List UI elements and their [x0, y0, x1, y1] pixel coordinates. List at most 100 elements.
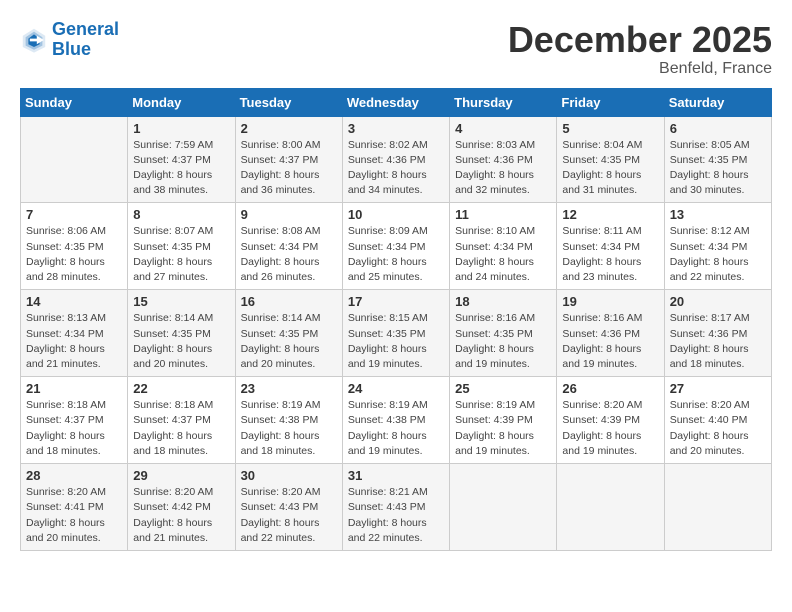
- calendar-cell: 29 Sunrise: 8:20 AM Sunset: 4:42 PM Dayli…: [128, 464, 235, 551]
- calendar-cell: 25Sunrise: 8:19 AM Sunset: 4:39 PM Dayli…: [450, 377, 557, 464]
- calendar-cell: 2 Sunrise: 8:00 AM Sunset: 4:37 PM Daylig…: [235, 116, 342, 203]
- calendar-cell: 4 Sunrise: 8:03 AM Sunset: 4:36 PM Daylig…: [450, 116, 557, 203]
- calendar-cell: 5 Sunrise: 8:04 AM Sunset: 4:35 PM Daylig…: [557, 116, 664, 203]
- day-info: Sunrise: 8:14 AM Sunset: 4:35 PM Dayligh…: [133, 311, 229, 372]
- day-number: 14: [26, 294, 122, 309]
- day-number: 27: [670, 381, 766, 396]
- day-number: 6: [670, 121, 766, 136]
- calendar-cell: 16 Sunrise: 8:14 AM Sunset: 4:35 PM Dayli…: [235, 290, 342, 377]
- day-info: Sunrise: 8:00 AM Sunset: 4:37 PM Dayligh…: [241, 138, 337, 199]
- logo: General Blue: [20, 20, 119, 60]
- day-info: Sunrise: 8:10 AM Sunset: 4:34 PM Dayligh…: [455, 224, 551, 285]
- calendar-cell: 30Sunrise: 8:20 AM Sunset: 4:43 PM Dayli…: [235, 464, 342, 551]
- day-info: Sunrise: 8:06 AM Sunset: 4:35 PM Dayligh…: [26, 224, 122, 285]
- day-info: Sunrise: 8:07 AM Sunset: 4:35 PM Dayligh…: [133, 224, 229, 285]
- day-number: 21: [26, 381, 122, 396]
- day-info: Sunrise: 7:59 AM Sunset: 4:37 PM Dayligh…: [133, 138, 229, 199]
- day-info: Sunrise: 8:13 AM Sunset: 4:34 PM Dayligh…: [26, 311, 122, 372]
- day-info: Sunrise: 8:19 AM Sunset: 4:38 PM Dayligh…: [348, 398, 444, 459]
- calendar-cell: 3 Sunrise: 8:02 AM Sunset: 4:36 PM Daylig…: [342, 116, 449, 203]
- calendar-cell: 24 Sunrise: 8:19 AM Sunset: 4:38 PM Dayli…: [342, 377, 449, 464]
- day-info: Sunrise: 8:09 AM Sunset: 4:34 PM Dayligh…: [348, 224, 444, 285]
- day-info: Sunrise: 8:17 AM Sunset: 4:36 PM Dayligh…: [670, 311, 766, 372]
- calendar-cell: [450, 464, 557, 551]
- day-info: Sunrise: 8:15 AM Sunset: 4:35 PM Dayligh…: [348, 311, 444, 372]
- calendar-cell: 1 Sunrise: 7:59 AM Sunset: 4:37 PM Daylig…: [128, 116, 235, 203]
- day-info: Sunrise: 8:16 AM Sunset: 4:36 PM Dayligh…: [562, 311, 658, 372]
- day-info: Sunrise: 8:20 AM Sunset: 4:42 PM Dayligh…: [133, 485, 229, 546]
- day-number: 3: [348, 121, 444, 136]
- calendar-cell: 8 Sunrise: 8:07 AM Sunset: 4:35 PM Daylig…: [128, 203, 235, 290]
- day-number: 10: [348, 207, 444, 222]
- day-number: 15: [133, 294, 229, 309]
- calendar-cell: 9Sunrise: 8:08 AM Sunset: 4:34 PM Daylig…: [235, 203, 342, 290]
- calendar-cell: 27 Sunrise: 8:20 AM Sunset: 4:40 PM Dayli…: [664, 377, 771, 464]
- calendar-cell: 15 Sunrise: 8:14 AM Sunset: 4:35 PM Dayli…: [128, 290, 235, 377]
- calendar-cell: [557, 464, 664, 551]
- calendar-cell: [21, 116, 128, 203]
- day-info: Sunrise: 8:02 AM Sunset: 4:36 PM Dayligh…: [348, 138, 444, 199]
- day-info: Sunrise: 8:20 AM Sunset: 4:40 PM Dayligh…: [670, 398, 766, 459]
- day-number: 22: [133, 381, 229, 396]
- calendar-cell: 11 Sunrise: 8:10 AM Sunset: 4:34 PM Dayli…: [450, 203, 557, 290]
- day-number: 29: [133, 468, 229, 483]
- day-number: 28: [26, 468, 122, 483]
- day-info: Sunrise: 8:19 AM Sunset: 4:39 PM Dayligh…: [455, 398, 551, 459]
- calendar-cell: 23Sunrise: 8:19 AM Sunset: 4:38 PM Dayli…: [235, 377, 342, 464]
- day-number: 13: [670, 207, 766, 222]
- calendar-cell: 19 Sunrise: 8:16 AM Sunset: 4:36 PM Dayli…: [557, 290, 664, 377]
- location: Benfeld, France: [508, 60, 772, 78]
- logo-blue: Blue: [52, 39, 91, 59]
- title-block: December 2025 Benfeld, France: [508, 20, 772, 78]
- day-number: 16: [241, 294, 337, 309]
- day-number: 4: [455, 121, 551, 136]
- day-number: 24: [348, 381, 444, 396]
- weekday-header-friday: Friday: [557, 88, 664, 116]
- calendar-week-1: 1 Sunrise: 7:59 AM Sunset: 4:37 PM Daylig…: [21, 116, 772, 203]
- calendar-week-5: 28 Sunrise: 8:20 AM Sunset: 4:41 PM Dayli…: [21, 464, 772, 551]
- calendar-cell: 14 Sunrise: 8:13 AM Sunset: 4:34 PM Dayli…: [21, 290, 128, 377]
- day-number: 7: [26, 207, 122, 222]
- day-number: 1: [133, 121, 229, 136]
- day-number: 26: [562, 381, 658, 396]
- page-header: General Blue December 2025 Benfeld, Fran…: [20, 20, 772, 78]
- calendar-cell: 10 Sunrise: 8:09 AM Sunset: 4:34 PM Dayli…: [342, 203, 449, 290]
- day-info: Sunrise: 8:12 AM Sunset: 4:34 PM Dayligh…: [670, 224, 766, 285]
- day-number: 2: [241, 121, 337, 136]
- calendar-cell: 17 Sunrise: 8:15 AM Sunset: 4:35 PM Dayli…: [342, 290, 449, 377]
- calendar-cell: 12 Sunrise: 8:11 AM Sunset: 4:34 PM Dayli…: [557, 203, 664, 290]
- calendar-cell: 20 Sunrise: 8:17 AM Sunset: 4:36 PM Dayli…: [664, 290, 771, 377]
- day-number: 19: [562, 294, 658, 309]
- day-info: Sunrise: 8:14 AM Sunset: 4:35 PM Dayligh…: [241, 311, 337, 372]
- day-number: 17: [348, 294, 444, 309]
- day-number: 31: [348, 468, 444, 483]
- calendar-cell: 28 Sunrise: 8:20 AM Sunset: 4:41 PM Dayli…: [21, 464, 128, 551]
- calendar-header-row: SundayMondayTuesdayWednesdayThursdayFrid…: [21, 88, 772, 116]
- day-info: Sunrise: 8:20 AM Sunset: 4:41 PM Dayligh…: [26, 485, 122, 546]
- day-info: Sunrise: 8:20 AM Sunset: 4:43 PM Dayligh…: [241, 485, 337, 546]
- day-info: Sunrise: 8:04 AM Sunset: 4:35 PM Dayligh…: [562, 138, 658, 199]
- day-info: Sunrise: 8:20 AM Sunset: 4:39 PM Dayligh…: [562, 398, 658, 459]
- day-number: 20: [670, 294, 766, 309]
- day-number: 12: [562, 207, 658, 222]
- weekday-header-tuesday: Tuesday: [235, 88, 342, 116]
- day-info: Sunrise: 8:18 AM Sunset: 4:37 PM Dayligh…: [133, 398, 229, 459]
- month-title: December 2025: [508, 20, 772, 60]
- day-info: Sunrise: 8:11 AM Sunset: 4:34 PM Dayligh…: [562, 224, 658, 285]
- weekday-header-monday: Monday: [128, 88, 235, 116]
- calendar-cell: 21 Sunrise: 8:18 AM Sunset: 4:37 PM Dayli…: [21, 377, 128, 464]
- calendar-cell: 26 Sunrise: 8:20 AM Sunset: 4:39 PM Dayli…: [557, 377, 664, 464]
- day-number: 9: [241, 207, 337, 222]
- day-info: Sunrise: 8:16 AM Sunset: 4:35 PM Dayligh…: [455, 311, 551, 372]
- day-info: Sunrise: 8:05 AM Sunset: 4:35 PM Dayligh…: [670, 138, 766, 199]
- logo-general: General: [52, 19, 119, 39]
- calendar-cell: 13 Sunrise: 8:12 AM Sunset: 4:34 PM Dayli…: [664, 203, 771, 290]
- calendar-cell: 18Sunrise: 8:16 AM Sunset: 4:35 PM Dayli…: [450, 290, 557, 377]
- day-number: 11: [455, 207, 551, 222]
- weekday-header-thursday: Thursday: [450, 88, 557, 116]
- day-number: 8: [133, 207, 229, 222]
- weekday-header-wednesday: Wednesday: [342, 88, 449, 116]
- day-number: 5: [562, 121, 658, 136]
- day-info: Sunrise: 8:18 AM Sunset: 4:37 PM Dayligh…: [26, 398, 122, 459]
- day-info: Sunrise: 8:03 AM Sunset: 4:36 PM Dayligh…: [455, 138, 551, 199]
